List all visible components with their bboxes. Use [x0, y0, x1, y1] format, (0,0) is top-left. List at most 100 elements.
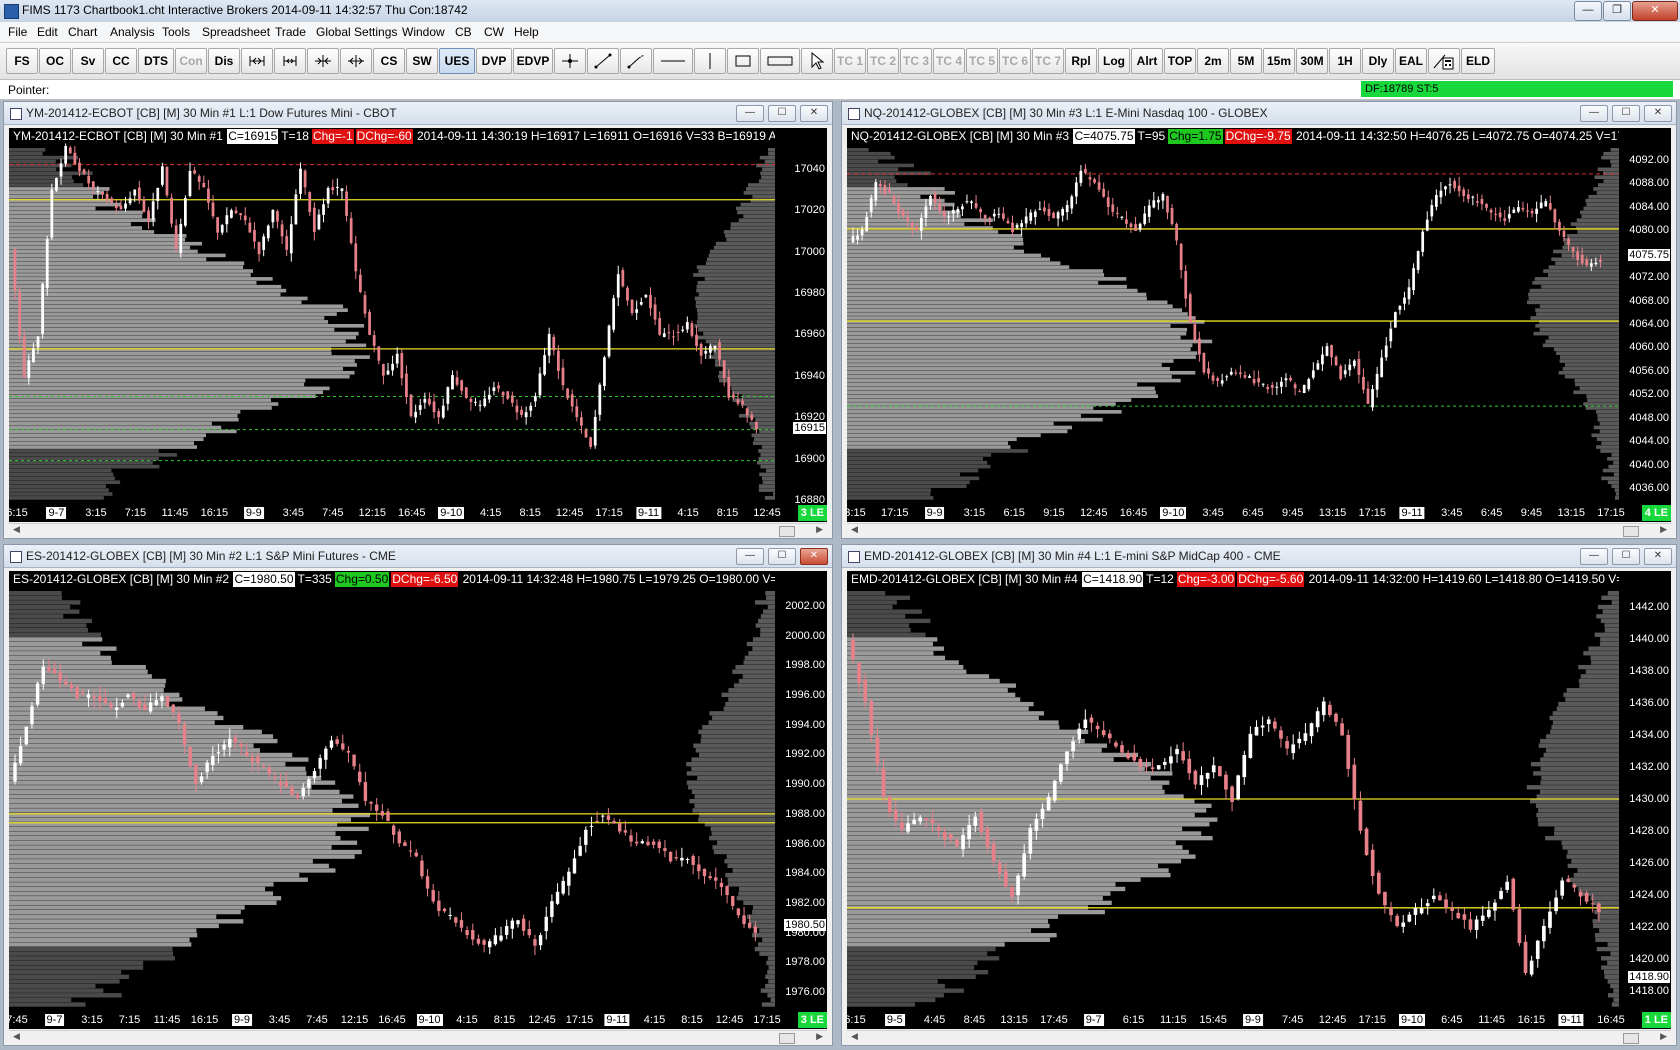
toolbar-dts-button[interactable]: DTS: [138, 48, 174, 74]
toolbar-edvp-button[interactable]: EDVP: [513, 48, 553, 74]
trendline-tool-button[interactable]: [587, 48, 619, 74]
chart-window-titlebar[interactable]: NQ-201412-GLOBEX [CB] [M] 30 Min #3 L:1 …: [842, 102, 1676, 125]
menu-edit[interactable]: Edit: [37, 25, 58, 39]
toolbar-tc-7-button[interactable]: TC 7: [1032, 48, 1064, 74]
maximize-icon[interactable]: ☐: [1612, 548, 1640, 565]
toolbar-sw-button[interactable]: SW: [406, 48, 438, 74]
chart-window-nq[interactable]: NQ-201412-GLOBEX [CB] [M] 30 Min #3 L:1 …: [841, 101, 1677, 539]
toolbar-tc-5-button[interactable]: TC 5: [966, 48, 998, 74]
toolbar-oc-button[interactable]: OC: [39, 48, 71, 74]
chart-window-titlebar[interactable]: YM-201412-ECBOT [CB] [M] 30 Min #1 L:1 D…: [4, 102, 832, 125]
crosshair-tool-button[interactable]: [554, 48, 586, 74]
minimize-icon[interactable]: —: [1580, 105, 1608, 122]
toolbar-30m-button[interactable]: 30M: [1296, 48, 1328, 74]
horizontal-line-tool-button[interactable]: [653, 48, 693, 74]
toolbar-log-button[interactable]: Log: [1098, 48, 1130, 74]
rectangle-tool-button[interactable]: [727, 48, 759, 74]
price-axis[interactable]: 2002.00 2000.00 1998.00 1996.00 1994.00 1992.…: [775, 571, 827, 1029]
scroll-right-icon[interactable]: ▶: [1660, 1031, 1667, 1042]
chart-horizontal-scrollbar[interactable]: ◀ ▶: [847, 523, 1671, 538]
price-axis[interactable]: 1442.00 1440.00 1438.00 1436.00 1434.00 1432.…: [1619, 571, 1671, 1029]
chart-window-titlebar[interactable]: EMD-201412-GLOBEX [CB] [M] 30 Min #4 L:1…: [842, 545, 1676, 568]
toolbar-ues-button[interactable]: UES: [439, 48, 475, 74]
scroll-right-icon[interactable]: ▶: [1660, 524, 1667, 535]
chart-window-emd[interactable]: EMD-201412-GLOBEX [CB] [M] 30 Min #4 L:1…: [841, 544, 1677, 1046]
toolbar-cc-button[interactable]: CC: [105, 48, 137, 74]
toolbar-tc-4-button[interactable]: TC 4: [933, 48, 965, 74]
menu-cw[interactable]: CW: [484, 25, 504, 39]
toolbar-2m-button[interactable]: 2m: [1197, 48, 1229, 74]
toolbar-fs-button[interactable]: FS: [6, 48, 38, 74]
expand-tool-button[interactable]: [340, 48, 372, 74]
menu-tools[interactable]: Tools: [162, 25, 190, 39]
toolbar-1h-button[interactable]: 1H: [1329, 48, 1361, 74]
toolbar-rpl-button[interactable]: Rpl: [1065, 48, 1097, 74]
chart-plot-area[interactable]: EMD-201412-GLOBEX [CB] [M] 30 Min #4 C=1…: [847, 571, 1671, 1029]
minimize-icon[interactable]: —: [736, 548, 764, 565]
toolbar-tc-2-button[interactable]: TC 2: [867, 48, 899, 74]
compress-tool-button[interactable]: [307, 48, 339, 74]
scrollbar-thumb[interactable]: [1623, 526, 1639, 537]
toolbar-dly-button[interactable]: Dly: [1362, 48, 1394, 74]
chart-window-ym[interactable]: YM-201412-ECBOT [CB] [M] 30 Min #1 L:1 D…: [3, 101, 833, 539]
toolbar-15m-button[interactable]: 15m: [1263, 48, 1295, 74]
time-axis[interactable]: 6:15 9-7 3:15 7:15 11:45 16:15 9-9 3:45 7:45 12:1…: [9, 504, 827, 522]
chart-horizontal-scrollbar[interactable]: ◀ ▶: [9, 1030, 827, 1045]
time-axis[interactable]: 3:15 17:15 9-9 3:15 6:15 9:15 12:45 16:45 9-10 3:…: [847, 504, 1671, 522]
minimize-icon[interactable]: —: [1580, 548, 1608, 565]
scroll-left-icon[interactable]: ◀: [851, 524, 858, 535]
close-icon[interactable]: ✕: [1644, 105, 1672, 122]
chart-plot-area[interactable]: NQ-201412-GLOBEX [CB] [M] 30 Min #3 C=40…: [847, 128, 1671, 522]
toolbar-eal-button[interactable]: EAL: [1395, 48, 1427, 74]
time-axis[interactable]: 7:45 9-7 3:15 7:15 11:45 16:15 9-9 3:45 7:45 12:1…: [9, 1011, 827, 1029]
menu-chart[interactable]: Chart: [68, 25, 97, 39]
menu-trade[interactable]: Trade: [275, 25, 306, 39]
close-icon[interactable]: ✕: [1644, 548, 1672, 565]
maximize-icon[interactable]: ☐: [768, 548, 796, 565]
chart-horizontal-scrollbar[interactable]: ◀ ▶: [847, 1030, 1671, 1045]
vertical-line-tool-button[interactable]: [694, 48, 726, 74]
pan-tool-button[interactable]: [241, 48, 273, 74]
menu-global-settings[interactable]: Global Settings: [316, 25, 397, 39]
price-axis[interactable]: 4092.004088.004084.004080.004076.004072.…: [1619, 128, 1671, 522]
scrollbar-thumb[interactable]: [1623, 1033, 1639, 1044]
toolbar-5m-button[interactable]: 5M: [1230, 48, 1262, 74]
close-icon[interactable]: ✕: [800, 548, 828, 565]
scroll-right-icon[interactable]: ▶: [816, 1031, 823, 1042]
menu-window[interactable]: Window: [402, 25, 445, 39]
toolbar-eld-button[interactable]: ELD: [1461, 48, 1495, 74]
close-icon[interactable]: ✕: [800, 105, 828, 122]
menu-spreadsheet[interactable]: Spreadsheet: [202, 25, 270, 39]
channel-tool-button[interactable]: [760, 48, 800, 74]
price-axis[interactable]: 17040 17020 17000 16980 16960 16940 16920 16900…: [775, 128, 827, 522]
toolbar-con-button[interactable]: Con: [175, 48, 207, 74]
chart-window-es[interactable]: ES-201412-GLOBEX [CB] [M] 30 Min #2 L:1 …: [3, 544, 833, 1046]
pointer-tool-button[interactable]: [801, 48, 833, 74]
chart-horizontal-scrollbar[interactable]: ◀ ▶: [9, 523, 827, 538]
maximize-icon[interactable]: ☐: [1612, 105, 1640, 122]
chart-window-titlebar[interactable]: ES-201412-GLOBEX [CB] [M] 30 Min #2 L:1 …: [4, 545, 832, 568]
ray-tool-button[interactable]: [620, 48, 652, 74]
minimize-icon[interactable]: —: [736, 105, 764, 122]
chart-plot-area[interactable]: ES-201412-GLOBEX [CB] [M] 30 Min #2 C=19…: [9, 571, 827, 1029]
minimize-icon[interactable]: —: [1574, 1, 1602, 21]
toolbar-cs-button[interactable]: CS: [373, 48, 405, 74]
zoom-in-tool-button[interactable]: [274, 48, 306, 74]
maximize-icon[interactable]: ☐: [768, 105, 796, 122]
chart-plot-area[interactable]: YM-201412-ECBOT [CB] [M] 30 Min #1 C=169…: [9, 128, 827, 522]
restore-icon[interactable]: ❐: [1603, 1, 1631, 21]
toolbar-tc-1-button[interactable]: TC 1: [834, 48, 866, 74]
close-icon[interactable]: ✕: [1632, 1, 1678, 21]
calculator-tool-button[interactable]: [1428, 48, 1460, 74]
toolbar-dis-button[interactable]: Dis: [208, 48, 240, 74]
scroll-right-icon[interactable]: ▶: [816, 524, 823, 535]
toolbar-tc-3-button[interactable]: TC 3: [900, 48, 932, 74]
menu-cb[interactable]: CB: [455, 25, 472, 39]
toolbar-top-button[interactable]: TOP: [1164, 48, 1196, 74]
scroll-left-icon[interactable]: ◀: [13, 524, 20, 535]
scrollbar-thumb[interactable]: [779, 526, 795, 537]
time-axis[interactable]: 6:15 9-5 4:45 8:45 13:15 17:45 9-7 6:15 11:15 15:…: [847, 1011, 1671, 1029]
toolbar-tc-6-button[interactable]: TC 6: [999, 48, 1031, 74]
toolbar-sv-button[interactable]: Sv: [72, 48, 104, 74]
scroll-left-icon[interactable]: ◀: [851, 1031, 858, 1042]
